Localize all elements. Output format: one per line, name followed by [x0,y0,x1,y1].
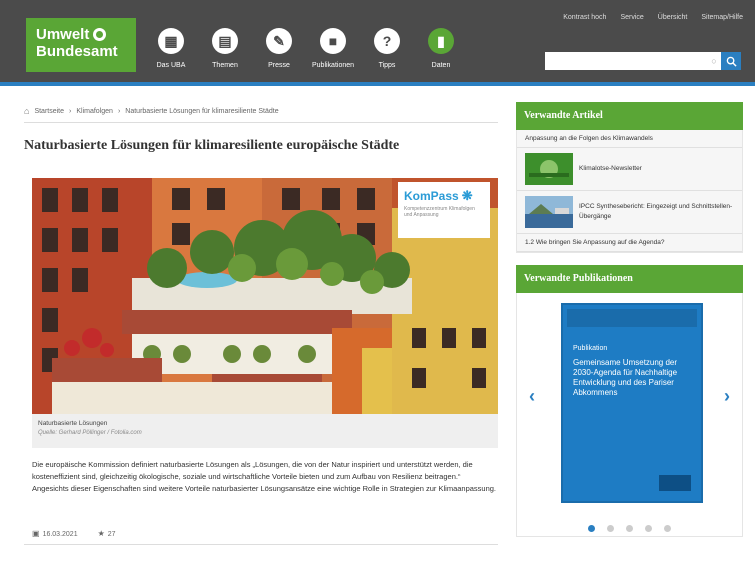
globe-icon [93,28,107,41]
cover-label: Publikation [573,345,608,352]
newsletter-thumbnail [525,153,573,185]
top-link-kontrast[interactable]: Kontrast hoch [563,14,606,21]
logo-line2: Bundesamt [36,43,118,60]
nav-label: Das UBA [156,62,186,69]
article-meta: ▣ 16.03.2021 ★ 27 [32,529,116,538]
hero-image[interactable]: KomPass ❋ Kompetenzzentrum Klimafolgen un… [32,178,498,414]
ipcc-report-thumbnail [525,196,573,228]
publication-cover[interactable]: Publikation Gemeinsame Umsetzung der 203… [561,303,703,503]
related-item[interactable]: Anpassung an die Folgen des Klimawandels [517,130,742,148]
calendar-icon: ▣ [32,529,40,538]
search-button[interactable] [721,52,741,70]
breadcrumb-item[interactable]: Startseite [34,108,64,115]
nav-label: Publikationen [311,62,355,69]
nav-item-presse[interactable]: ✎ Presse [258,28,300,69]
related-articles-list: Anpassung an die Folgen des Klimawandels… [516,130,743,253]
page-title: Naturbasierte Lösungen für klimaresilien… [24,138,400,153]
related-item[interactable]: Klimalotse-Newsletter [517,148,742,191]
site-header: Umwelt Bundesamt ▦ Das UBA ▤ Themen ✎ Pr… [0,0,755,82]
main-content: ⌂ Startseite › Klimafolgen › Naturbasierte… [24,100,498,552]
nav-item-das-uba[interactable]: ▦ Das UBA [150,28,192,69]
intro-text: Die europäische Kommission definiert nat… [32,460,497,493]
top-links: Kontrast hoch Service Übersicht Sitemap/… [563,14,743,21]
related-item-title: IPCC Synthesebericht: Eingezeigt und Sch… [579,203,733,220]
clear-icon[interactable]: ○ [707,52,721,70]
lightbulb-icon: ? [374,28,400,54]
nav-item-tipps[interactable]: ? Tipps [366,28,408,69]
carousel-dot[interactable] [626,525,633,532]
related-publications-heading: Verwandte Publikationen [516,265,743,293]
nav-label: Themen [212,62,238,69]
divider [24,544,498,545]
rating[interactable]: ★ 27 [98,529,116,538]
related-articles-heading: Verwandte Artikel [516,102,743,130]
publications-carousel: ‹ Publikation Gemeinsame Umsetzung der 2… [516,293,743,537]
nav-label: Daten [431,62,451,69]
top-link-sitemap[interactable]: Sitemap/Hilfe [701,14,743,21]
search-icon [726,56,737,67]
nav-label: Presse [268,62,290,69]
top-link-uebersicht[interactable]: Übersicht [658,14,688,21]
carousel-dots [517,525,742,532]
carousel-dot[interactable] [664,525,671,532]
kompass-name: KomPass [404,189,459,203]
caption-title: Naturbasierte Lösungen [38,420,108,427]
nav-item-themen[interactable]: ▤ Themen [204,28,246,69]
carousel-dot[interactable] [645,525,652,532]
building-icon: ▦ [158,28,184,54]
breadcrumb-item[interactable]: Klimafolgen [76,108,113,115]
chevron-left-icon[interactable]: ‹ [525,383,539,409]
nav-item-daten[interactable]: ▮ Daten [420,28,462,69]
home-icon[interactable]: ⌂ [24,106,29,116]
caption-credit: Quelle: Gerhard Pöllinger / Fotolia.com [38,430,142,436]
kompass-emblem-icon: ❋ [461,188,473,203]
header-stripe [0,82,755,86]
chevron-right-icon[interactable]: › [720,383,734,409]
nav-item-publikationen[interactable]: ■ Publikationen [312,28,354,69]
chart-icon: ▮ [428,28,454,54]
nav-label: Tipps [378,62,396,69]
breadcrumb-current: Naturbasierte Lösungen für klimaresilien… [125,107,279,115]
logo-line1: Umwelt [36,26,90,43]
grid-icon: ▤ [212,28,238,54]
search-bar: ○ [545,52,741,70]
kompass-logo: KomPass ❋ Kompetenzzentrum Klimafolgen un… [398,182,490,238]
rating-count: 27 [107,531,116,538]
carousel-dot[interactable] [588,525,595,532]
kompass-subtitle: Kompetenzzentrum Klimafolgen und Anpassu… [404,206,475,218]
uba-logo[interactable]: Umwelt Bundesamt [26,18,136,72]
divider [24,122,498,123]
hero-figure: KomPass ❋ Kompetenzzentrum Klimafolgen un… [32,174,498,542]
cover-header [567,309,697,327]
image-caption: Naturbasierte Lösungen Quelle: Gerhard P… [32,414,498,448]
article-date: 16.03.2021 [42,531,78,538]
top-link-service[interactable]: Service [620,14,643,21]
star-icon: ★ [97,529,105,538]
related-item-title: Klimalotse-Newsletter [579,165,642,172]
related-item-title: 1.2 Wie bringen Sie Anpassung auf die Ag… [525,238,665,246]
main-nav: ▦ Das UBA ▤ Themen ✎ Presse ■ Publikatio… [150,28,462,69]
breadcrumb: ⌂ Startseite › Klimafolgen › Naturbasierte… [24,106,279,116]
megaphone-icon: ✎ [266,28,292,54]
cover-title: Gemeinsame Umsetzung der 2030-Agenda für… [573,358,678,397]
related-item[interactable]: 1.2 Wie bringen Sie Anpassung auf die Ag… [517,234,742,252]
sidebar: Verwandte Artikel Anpassung an die Folge… [516,102,743,537]
uba-small-logo [659,475,691,491]
related-item-title: Anpassung an die Folgen des Klimawandels [525,134,653,142]
related-item[interactable]: IPCC Synthesebericht: Eingezeigt und Sch… [517,191,742,234]
search-input[interactable] [545,52,707,70]
carousel-dot[interactable] [607,525,614,532]
book-icon: ■ [320,28,346,54]
